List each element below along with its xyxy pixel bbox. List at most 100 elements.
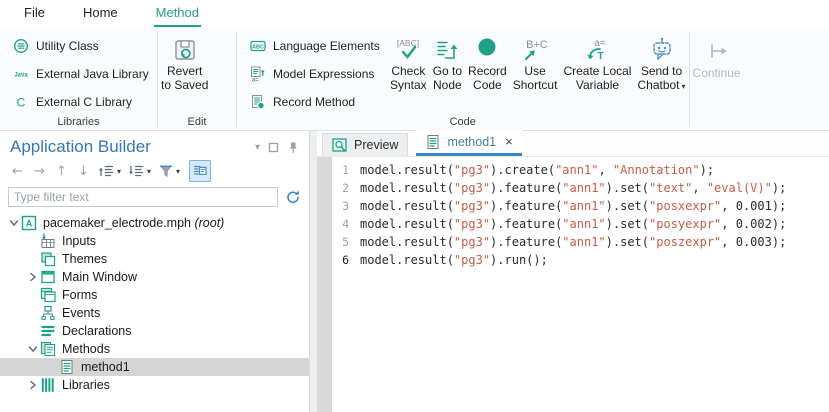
button-label: to Saved [161,79,208,93]
code-line[interactable]: 6model.result("pg3").run(); [332,251,829,269]
arrow-down-button[interactable]: ↓ [73,162,94,181]
tree-item-libraries[interactable]: Libraries [0,376,309,394]
code-text: model.result("pg3").feature("ann1").set(… [360,235,786,249]
record-method-button[interactable]: Record Method [250,89,387,114]
expander-icon[interactable] [25,271,40,283]
line-number[interactable]: 3 [332,199,360,213]
button-label: Check [391,65,425,79]
button-label: Variable [576,79,619,93]
forms-icon [40,287,56,303]
tree-item-themes[interactable]: Themes [0,250,309,268]
arrow-up-button[interactable]: ↑ [51,162,72,181]
java-icon: Java [13,66,29,82]
themes-icon [40,251,56,267]
filter-input[interactable] [8,187,278,207]
dropdown-caret-icon: ▾ [117,167,121,176]
editor-tab-method1[interactable]: method1 × [416,130,521,156]
create-local-variable-button[interactable]: a=TCreate LocalVariable [560,31,634,92]
go-to-node-button[interactable]: Go toNode [430,31,465,92]
list-move-up-icon [98,163,115,179]
utility-class-button[interactable]: Utility Class [13,33,157,58]
button-label: Revert [167,65,202,79]
svg-text:a=: a= [595,38,607,49]
line-number[interactable]: 1 [332,163,360,177]
toggle-detail-icon [192,163,208,179]
menu-tab-method[interactable]: Method [154,0,201,27]
expander-icon[interactable] [25,343,40,355]
code-text: model.result("pg3").feature("ann1").set(… [360,181,786,195]
menu-tab-file[interactable]: File [22,0,47,27]
method-doc-icon [425,134,441,150]
dropdown-caret-icon: ▾ [147,167,151,176]
use-shortcut-icon: B+C [521,36,549,64]
panel-splitter[interactable] [310,131,317,412]
show-details-toggle-button[interactable] [189,160,211,182]
code-line[interactable]: 1model.result("pg3").create("ann1", "Ann… [332,161,829,179]
editor-tab-preview[interactable]: Preview [322,133,408,156]
panel-menu-caret-icon[interactable]: ▾ [255,142,260,153]
arrow-left-button[interactable]: ← [7,162,28,181]
methods-icon [40,341,56,357]
tree-item-label: Libraries [62,378,110,392]
events-icon [40,305,56,321]
ribbon-group-label: Code [237,116,689,128]
code-line[interactable]: 2model.result("pg3").feature("ann1").set… [332,179,829,197]
line-number[interactable]: 2 [332,181,360,195]
button-label: Send to [641,65,682,79]
revert-to-saved-button[interactable]: Revertto Saved [158,31,211,92]
editor-tab-label: method1 [447,135,496,149]
record-code-button[interactable]: RecordCode [465,31,510,92]
svg-text:T: T [598,51,604,62]
button-label: Use [524,65,545,79]
tree-item-declarations[interactable]: Declarations [0,322,309,340]
ribbon-group-code: ABCLanguage Elements a=Model Expressions R… [237,27,689,130]
tree-item-events[interactable]: Events [0,304,309,322]
tree-item-methods[interactable]: Methods [0,340,309,358]
refresh-icon[interactable] [285,189,301,205]
move-down-button[interactable]: ▾ [125,161,154,181]
code-line[interactable]: 3model.result("pg3").feature("ann1").set… [332,197,829,215]
tree-item-main-window[interactable]: Main Window [0,268,309,286]
record-code-icon [473,36,501,64]
tree-item-method1[interactable]: method1 [0,358,309,376]
arrow-right-button[interactable]: → [29,162,50,181]
menu-tab-home[interactable]: Home [81,0,120,27]
send-to-chatbot-button[interactable]: Send toChatbot▾ [634,31,688,93]
external-java-library-button[interactable]: JavaExternal Java Library [13,61,157,86]
code-text: model.result("pg3").feature("ann1").set(… [360,217,786,231]
breakpoint-gutter[interactable] [317,157,332,412]
panel-window-controls: ▾ [255,141,300,153]
svg-text:B+C: B+C [526,39,548,51]
svg-text:Java: Java [14,72,28,78]
filter-row [0,185,309,211]
expander-icon[interactable] [25,379,40,391]
line-number[interactable]: 5 [332,235,360,249]
panel-pin-icon[interactable] [287,141,300,153]
button-label: Record Method [273,95,355,109]
panel-float-icon[interactable] [268,142,279,153]
send-to-chatbot-icon [648,36,676,64]
line-number[interactable]: 6 [332,253,360,267]
check-syntax-button[interactable]: [ABC]CheckSyntax [387,31,430,92]
line-number[interactable]: 4 [332,217,360,231]
use-shortcut-button[interactable]: B+CUseShortcut [510,31,561,92]
code-line[interactable]: 4model.result("pg3").feature("ann1").set… [332,215,829,233]
tree-item-forms[interactable]: Forms [0,286,309,304]
panel-title: Application Builder [10,137,255,157]
language-elements-button[interactable]: ABCLanguage Elements [250,33,387,58]
external-c-library-button[interactable]: CExternal C Library [13,89,157,114]
tree-item-inputs[interactable]: Inputs [0,232,309,250]
tree-item-pacemaker-electrode-mph[interactable]: Apacemaker_electrode.mph (root) [0,214,309,232]
code-editor[interactable]: 1model.result("pg3").create("ann1", "Ann… [317,157,829,412]
svg-text:ABC: ABC [252,44,264,50]
continue-button: Continue [690,33,744,81]
filter-button[interactable]: ▾ [155,161,183,181]
close-tab-icon[interactable]: × [505,134,513,149]
move-up-button[interactable]: ▾ [95,161,124,181]
code-line[interactable]: 5model.result("pg3").feature("ann1").set… [332,233,829,251]
model-expressions-button[interactable]: a=Model Expressions [250,61,387,86]
tree-item-label: Declarations [62,324,131,338]
editor-tab-label: Preview [354,138,398,152]
expander-icon[interactable] [6,217,21,229]
revert-to-saved-icon [171,36,199,64]
